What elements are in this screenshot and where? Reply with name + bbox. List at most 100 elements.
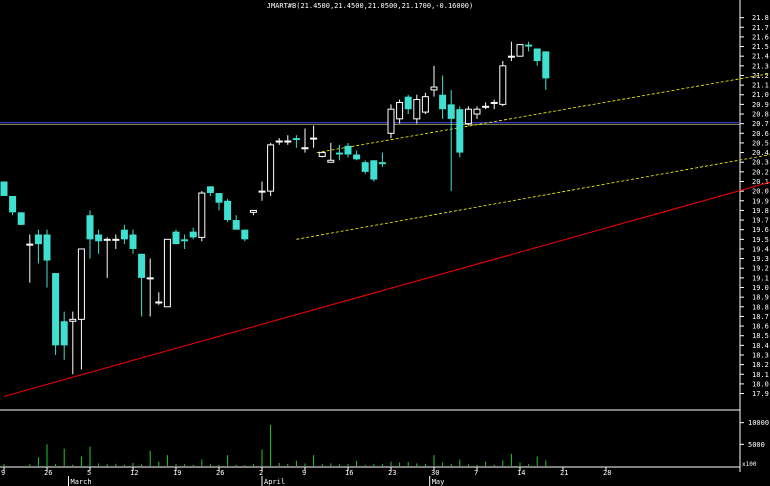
price-tick-label: 19.4 (752, 245, 769, 253)
candle-body (52, 273, 60, 346)
candle-body (301, 147, 309, 150)
channel-lower-line (296, 154, 770, 240)
price-tick-label: 20.8 (752, 111, 769, 119)
candle-body (120, 229, 128, 240)
price-tick-label: 21.0 (752, 91, 769, 99)
candle-body (181, 239, 189, 242)
candle-body (224, 200, 232, 221)
candle-body (258, 190, 266, 193)
x-tick-label: 7 (474, 469, 478, 477)
candle-body (507, 55, 515, 58)
x-tick-label: 2 (259, 469, 263, 477)
candle-body (447, 104, 455, 119)
price-tick-label: 18.9 (752, 294, 769, 302)
candle-body (112, 238, 120, 241)
candle-body (103, 238, 111, 241)
month-label: March (71, 478, 92, 486)
candle-body (335, 152, 343, 155)
price-tick-label: 20.0 (752, 188, 769, 196)
candle-body (129, 234, 137, 249)
candle-body (17, 212, 25, 225)
candle-body (232, 220, 240, 230)
candle-body (241, 229, 249, 240)
support-trendline (3, 181, 770, 397)
candle-body (396, 101, 404, 120)
x-tick-label: 9 (302, 469, 306, 477)
x-tick-label: 28 (603, 469, 611, 477)
volume-unit-label: x100 (742, 461, 757, 468)
x-tick-label: 26 (216, 469, 224, 477)
price-tick-label: 19.5 (752, 236, 769, 244)
candle-body (249, 209, 257, 213)
price-tick-label: 20.2 (752, 168, 769, 176)
volume-tick-label: 10000 (748, 419, 769, 427)
candle-body (525, 44, 533, 47)
candle-body (86, 215, 94, 240)
candle-body (284, 140, 292, 143)
candle-body (464, 108, 472, 125)
candle-body (155, 301, 163, 304)
candle-body (421, 96, 429, 113)
x-tick-label: 12 (130, 469, 138, 477)
candle-body (138, 253, 146, 278)
candle-body (34, 234, 42, 245)
candle-body (439, 94, 447, 110)
price-tick-label: 19.1 (752, 274, 769, 282)
price-tick-label: 21.7 (752, 24, 769, 32)
price-tick-label: 21.6 (752, 33, 769, 41)
candle-body (198, 192, 206, 238)
candle-body (318, 152, 326, 157)
candle-body (77, 248, 85, 320)
price-tick-label: 18.2 (752, 361, 769, 369)
candle-body (499, 65, 507, 105)
candle-body (43, 234, 51, 261)
price-tick-label: 18.1 (752, 371, 769, 379)
month-label: May (432, 478, 445, 486)
candle-body (26, 243, 34, 246)
x-tick-label: 5 (87, 469, 91, 477)
candle-body (533, 48, 541, 62)
price-tick-label: 18.6 (752, 323, 769, 331)
price-tick-label: 21.3 (752, 62, 769, 70)
candle-body (0, 181, 8, 196)
candle-body (292, 138, 300, 141)
candle-body (542, 51, 550, 79)
price-tick-label: 18.0 (752, 380, 769, 388)
candle-body (404, 96, 412, 110)
candle-body (361, 162, 369, 172)
price-tick-label: 20.9 (752, 101, 769, 109)
price-tick-label: 19.3 (752, 255, 769, 263)
candle-body (9, 195, 17, 213)
candle-body (60, 321, 68, 346)
volume-tick-label: 5000 (748, 441, 765, 449)
price-tick-label: 18.4 (752, 342, 769, 350)
month-label: April (264, 478, 285, 486)
x-tick-label: 9 (1, 469, 5, 477)
x-tick-label: 19 (173, 469, 181, 477)
price-tick-label: 18.5 (752, 332, 769, 340)
candle-body (310, 137, 318, 140)
price-tick-label: 21.1 (752, 82, 769, 90)
candle-body (490, 101, 498, 104)
candle-body (344, 145, 352, 155)
price-tick-label: 19.2 (752, 265, 769, 273)
price-tick-label: 18.7 (752, 313, 769, 321)
candle-body (163, 238, 171, 308)
price-tick-label: 18.8 (752, 303, 769, 311)
x-tick-label: 26 (44, 469, 52, 477)
x-tick-label: 21 (560, 469, 568, 477)
candle-body (95, 234, 103, 242)
x-tick-label: 16 (345, 469, 353, 477)
price-tick-label: 19.8 (752, 207, 769, 215)
candle-body (327, 159, 335, 163)
candle-body (267, 144, 275, 192)
candle-body (456, 109, 464, 153)
candle-body (370, 160, 378, 180)
price-tick-label: 17.9 (752, 390, 769, 398)
x-tick-label: 30 (431, 469, 439, 477)
price-tick-label: 19.6 (752, 226, 769, 234)
candle-body (353, 154, 361, 160)
price-tick-label: 21.4 (752, 53, 769, 61)
candle-body (473, 108, 481, 115)
candle-body (172, 231, 180, 245)
